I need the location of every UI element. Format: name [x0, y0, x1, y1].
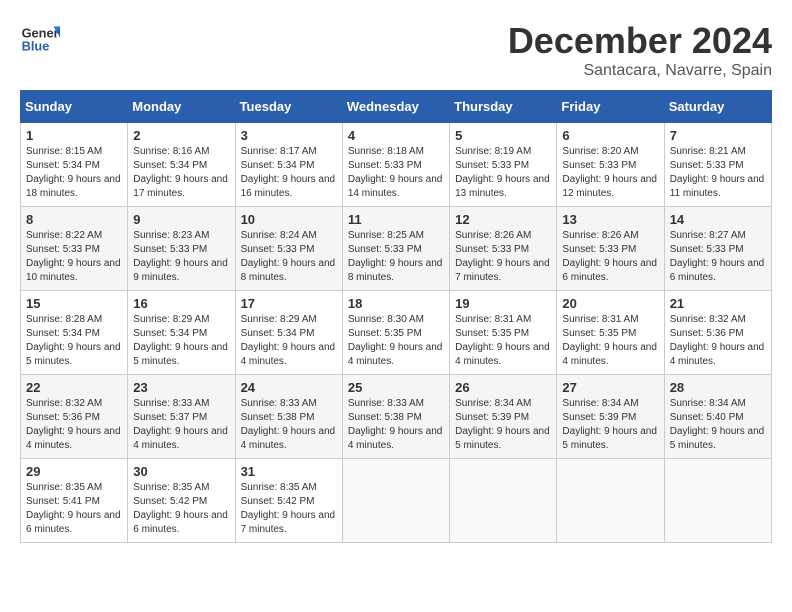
- weekday-header-row: SundayMondayTuesdayWednesdayThursdayFrid…: [21, 91, 772, 123]
- calendar-day-28: 28Sunrise: 8:34 AMSunset: 5:40 PMDayligh…: [664, 375, 771, 459]
- calendar-week-4: 22Sunrise: 8:32 AMSunset: 5:36 PMDayligh…: [21, 375, 772, 459]
- calendar-day-18: 18Sunrise: 8:30 AMSunset: 5:35 PMDayligh…: [342, 291, 449, 375]
- calendar-day-24: 24Sunrise: 8:33 AMSunset: 5:38 PMDayligh…: [235, 375, 342, 459]
- calendar-day-7: 7Sunrise: 8:21 AMSunset: 5:33 PMDaylight…: [664, 123, 771, 207]
- calendar-day-17: 17Sunrise: 8:29 AMSunset: 5:34 PMDayligh…: [235, 291, 342, 375]
- weekday-header-saturday: Saturday: [664, 91, 771, 123]
- weekday-header-tuesday: Tuesday: [235, 91, 342, 123]
- calendar-day-26: 26Sunrise: 8:34 AMSunset: 5:39 PMDayligh…: [450, 375, 557, 459]
- calendar-day-13: 13Sunrise: 8:26 AMSunset: 5:33 PMDayligh…: [557, 207, 664, 291]
- calendar-day-20: 20Sunrise: 8:31 AMSunset: 5:35 PMDayligh…: [557, 291, 664, 375]
- calendar-day-15: 15Sunrise: 8:28 AMSunset: 5:34 PMDayligh…: [21, 291, 128, 375]
- weekday-header-wednesday: Wednesday: [342, 91, 449, 123]
- calendar-day-19: 19Sunrise: 8:31 AMSunset: 5:35 PMDayligh…: [450, 291, 557, 375]
- calendar-day-23: 23Sunrise: 8:33 AMSunset: 5:37 PMDayligh…: [128, 375, 235, 459]
- calendar-day-21: 21Sunrise: 8:32 AMSunset: 5:36 PMDayligh…: [664, 291, 771, 375]
- calendar-day-29: 29Sunrise: 8:35 AMSunset: 5:41 PMDayligh…: [21, 459, 128, 543]
- calendar-day-empty: [342, 459, 449, 543]
- calendar-day-16: 16Sunrise: 8:29 AMSunset: 5:34 PMDayligh…: [128, 291, 235, 375]
- weekday-header-monday: Monday: [128, 91, 235, 123]
- weekday-header-sunday: Sunday: [21, 91, 128, 123]
- calendar-day-empty: [450, 459, 557, 543]
- calendar-day-11: 11Sunrise: 8:25 AMSunset: 5:33 PMDayligh…: [342, 207, 449, 291]
- calendar-day-12: 12Sunrise: 8:26 AMSunset: 5:33 PMDayligh…: [450, 207, 557, 291]
- calendar-day-30: 30Sunrise: 8:35 AMSunset: 5:42 PMDayligh…: [128, 459, 235, 543]
- calendar-day-empty: [664, 459, 771, 543]
- weekday-header-friday: Friday: [557, 91, 664, 123]
- calendar-day-3: 3Sunrise: 8:17 AMSunset: 5:34 PMDaylight…: [235, 123, 342, 207]
- calendar-table: SundayMondayTuesdayWednesdayThursdayFrid…: [20, 90, 772, 543]
- calendar-day-22: 22Sunrise: 8:32 AMSunset: 5:36 PMDayligh…: [21, 375, 128, 459]
- calendar-day-2: 2Sunrise: 8:16 AMSunset: 5:34 PMDaylight…: [128, 123, 235, 207]
- calendar-day-1: 1Sunrise: 8:15 AMSunset: 5:34 PMDaylight…: [21, 123, 128, 207]
- logo: General Blue: [20, 20, 60, 60]
- location: Santacara, Navarre, Spain: [508, 62, 772, 80]
- calendar-day-8: 8Sunrise: 8:22 AMSunset: 5:33 PMDaylight…: [21, 207, 128, 291]
- calendar-week-3: 15Sunrise: 8:28 AMSunset: 5:34 PMDayligh…: [21, 291, 772, 375]
- svg-text:Blue: Blue: [22, 38, 50, 53]
- calendar-day-9: 9Sunrise: 8:23 AMSunset: 5:33 PMDaylight…: [128, 207, 235, 291]
- calendar-day-25: 25Sunrise: 8:33 AMSunset: 5:38 PMDayligh…: [342, 375, 449, 459]
- calendar-day-14: 14Sunrise: 8:27 AMSunset: 5:33 PMDayligh…: [664, 207, 771, 291]
- calendar-week-2: 8Sunrise: 8:22 AMSunset: 5:33 PMDaylight…: [21, 207, 772, 291]
- page-header: General Blue December 2024 Santacara, Na…: [20, 20, 772, 80]
- month-title: December 2024: [508, 20, 772, 62]
- calendar-day-4: 4Sunrise: 8:18 AMSunset: 5:33 PMDaylight…: [342, 123, 449, 207]
- calendar-day-6: 6Sunrise: 8:20 AMSunset: 5:33 PMDaylight…: [557, 123, 664, 207]
- title-block: December 2024 Santacara, Navarre, Spain: [508, 20, 772, 80]
- calendar-day-31: 31Sunrise: 8:35 AMSunset: 5:42 PMDayligh…: [235, 459, 342, 543]
- logo-icon: General Blue: [20, 20, 60, 60]
- calendar-day-27: 27Sunrise: 8:34 AMSunset: 5:39 PMDayligh…: [557, 375, 664, 459]
- calendar-week-1: 1Sunrise: 8:15 AMSunset: 5:34 PMDaylight…: [21, 123, 772, 207]
- calendar-day-empty: [557, 459, 664, 543]
- calendar-day-5: 5Sunrise: 8:19 AMSunset: 5:33 PMDaylight…: [450, 123, 557, 207]
- calendar-week-5: 29Sunrise: 8:35 AMSunset: 5:41 PMDayligh…: [21, 459, 772, 543]
- calendar-day-10: 10Sunrise: 8:24 AMSunset: 5:33 PMDayligh…: [235, 207, 342, 291]
- weekday-header-thursday: Thursday: [450, 91, 557, 123]
